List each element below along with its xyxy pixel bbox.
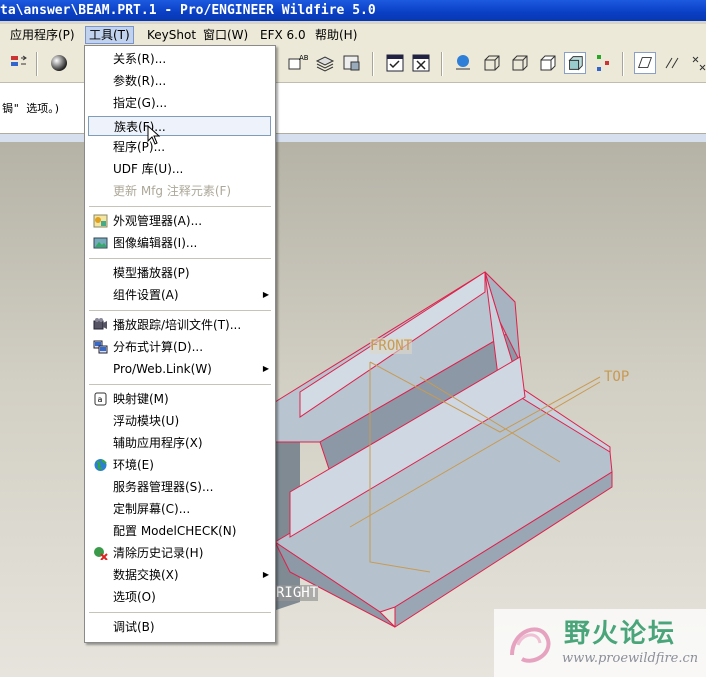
trail-file-icon xyxy=(93,318,107,330)
title-bar: ta\answer\BEAM.PRT.1 - Pro/ENGINEER Wild… xyxy=(0,0,706,21)
menu-item-options[interactable]: 选项(O) xyxy=(85,587,275,607)
watermark-url: www.proewildfire.cn xyxy=(562,651,699,666)
menu-applications[interactable]: 应用程序(P) xyxy=(10,27,75,43)
window-title: ta\answer\BEAM.PRT.1 - Pro/ENGINEER Wild… xyxy=(0,3,376,18)
menu-item-model-player[interactable]: 模型播放器(P) xyxy=(85,263,275,283)
submenu-arrow-icon: ▶ xyxy=(262,570,269,579)
hidden-line-icon[interactable] xyxy=(508,52,530,74)
menu-efx[interactable]: EFX 6.0 xyxy=(260,27,306,43)
menu-separator xyxy=(89,258,271,259)
menu-window[interactable]: 窗口(W) xyxy=(203,27,248,43)
menu-item-mapkeys[interactable]: a 映射键(M) xyxy=(85,389,275,409)
menu-help[interactable]: 帮助(H) xyxy=(315,27,357,43)
menu-item-server-manager[interactable]: 服务器管理器(S)... xyxy=(85,477,275,497)
menu-tools[interactable]: 工具(T) xyxy=(85,26,134,44)
appearance-icon xyxy=(93,214,108,228)
menu-separator xyxy=(89,612,271,613)
image-editor-icon xyxy=(93,237,108,249)
menu-item-family-table[interactable]: 族表(F)... xyxy=(88,116,271,136)
regenerate-icon[interactable] xyxy=(8,52,30,74)
layers-icon[interactable] xyxy=(314,52,336,74)
menu-item-udf-library[interactable]: UDF 库(U)... xyxy=(85,159,275,179)
menu-item-environment[interactable]: 环境(E) xyxy=(85,455,275,475)
menu-item-floating-modules[interactable]: 浮动模块(U) xyxy=(85,411,275,431)
message-text: 锔" 选项。) xyxy=(2,102,61,115)
watermark-logo xyxy=(510,627,551,663)
menu-separator xyxy=(89,384,271,385)
watermark-title: 野火论坛 xyxy=(564,619,677,649)
menu-item-auxiliary-applications[interactable]: 辅助应用程序(X) xyxy=(85,433,275,453)
menu-keyshot[interactable]: KeyShot xyxy=(147,27,196,43)
model-tree-toggle-icon[interactable] xyxy=(593,52,615,74)
shading-icon[interactable] xyxy=(564,52,586,74)
window-activate-icon[interactable] xyxy=(384,52,406,74)
annotation-icon[interactable]: AB xyxy=(286,52,308,74)
distributed-computing-icon xyxy=(93,340,108,354)
menu-item-distributed-computing[interactable]: 分布式计算(D)... xyxy=(85,337,275,357)
mouse-cursor-icon xyxy=(147,125,161,145)
submenu-arrow-icon: ▶ xyxy=(262,290,269,299)
tools-menu: 关系(R)... 参数(R)... 指定(G)... 族表(F)... 程序(P… xyxy=(84,45,276,643)
menu-item-component-setup[interactable]: 组件设置(A) ▶ xyxy=(85,285,275,305)
menu-item-weblink[interactable]: Pro/Web.Link(W) ▶ xyxy=(85,359,275,379)
datum-point-display-icon[interactable] xyxy=(688,52,706,74)
submenu-arrow-icon: ▶ xyxy=(262,364,269,373)
menu-item-appearance-manager[interactable]: 外观管理器(A)... xyxy=(85,211,275,231)
menu-item-modelcheck[interactable]: 配置 ModelCHECK(N) xyxy=(85,521,275,541)
menu-item-program[interactable]: 程序(P)... xyxy=(85,137,275,157)
environment-icon xyxy=(94,459,107,471)
datum-label-right[interactable]: RIGHT xyxy=(276,585,319,601)
datum-plane-display-icon[interactable] xyxy=(634,52,656,74)
menu-item-data-exchange[interactable]: 数据交换(X) ▶ xyxy=(85,565,275,585)
menu-item-customize-screen[interactable]: 定制屏幕(C)... xyxy=(85,499,275,519)
datum-label-top[interactable]: TOP xyxy=(604,369,629,385)
window-close-icon[interactable] xyxy=(410,52,432,74)
mapkey-icon: a xyxy=(94,392,107,406)
clear-history-icon xyxy=(94,547,108,560)
svg-text:AB: AB xyxy=(299,54,308,62)
datum-label-front[interactable]: FRONT xyxy=(370,338,413,354)
menu-item-play-trail[interactable]: 播放跟踪/培训文件(T)... xyxy=(85,315,275,335)
spin-center-icon[interactable] xyxy=(452,52,474,74)
svg-text:a: a xyxy=(98,395,103,404)
no-hidden-icon[interactable] xyxy=(536,52,558,74)
menu-item-update-mfg: 更新 Mfg 注释元素(F) xyxy=(113,184,232,198)
shading-sphere-icon[interactable] xyxy=(48,52,70,74)
menu-separator xyxy=(89,206,271,207)
view-manager-icon[interactable] xyxy=(341,52,363,74)
menu-item-relations[interactable]: 关系(R)... xyxy=(85,49,275,69)
menu-item-designate[interactable]: 指定(G)... xyxy=(85,93,275,113)
watermark: 野火论坛 www.proewildfire.cn xyxy=(494,609,706,677)
menu-item-image-editor[interactable]: 图像编辑器(I)... xyxy=(85,233,275,253)
menu-item-clear-history[interactable]: 清除历史记录(H) xyxy=(85,543,275,563)
menu-separator xyxy=(89,310,271,311)
wireframe-icon[interactable] xyxy=(480,52,502,74)
menu-item-debug[interactable]: 调试(B) xyxy=(85,617,275,637)
menu-item-parameters[interactable]: 参数(R)... xyxy=(85,71,275,91)
datum-axis-display-icon[interactable] xyxy=(662,52,684,74)
menu-bar: 应用程序(P) 工具(T) KeyShot 窗口(W) EFX 6.0 帮助(H… xyxy=(0,24,706,46)
